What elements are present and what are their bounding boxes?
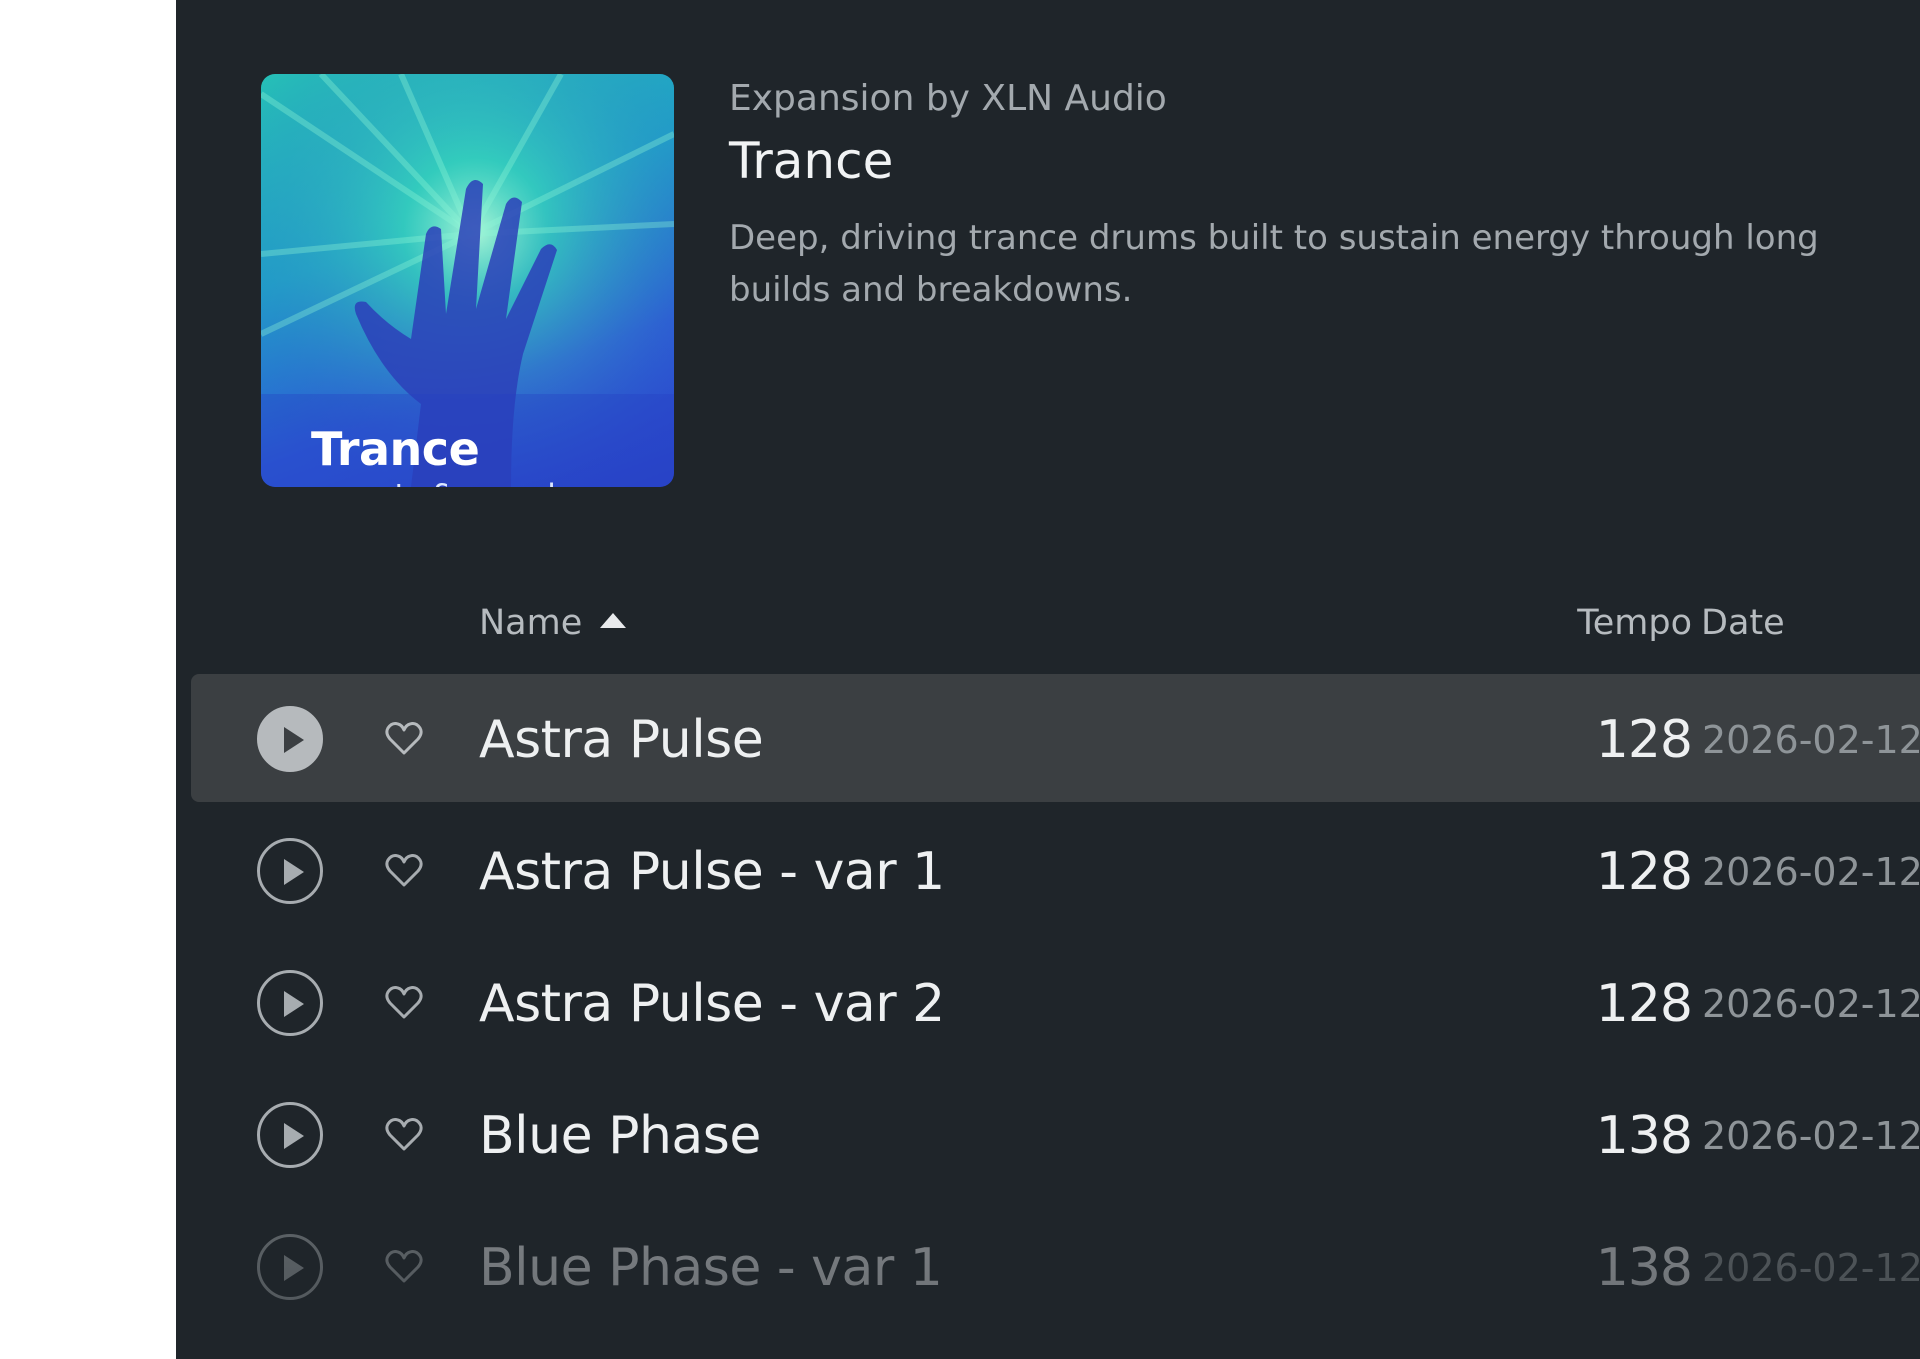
table-row[interactable]: Astra Pulse 128 2026-02-12 — [191, 674, 1920, 802]
row-tempo: 128 — [1595, 710, 1693, 770]
row-name: Astra Pulse — [479, 710, 764, 770]
expansion-vendor-label: Expansion by XLN Audio — [729, 78, 1167, 119]
left-blank-area — [0, 0, 176, 1359]
expansion-description: Deep, driving trance drums built to sust… — [729, 218, 1819, 310]
play-icon — [284, 859, 304, 885]
column-header-date[interactable]: Date — [1701, 603, 1785, 643]
heart-icon[interactable] — [384, 984, 424, 1020]
row-date: 2026-02-12 — [1702, 850, 1920, 894]
heart-icon[interactable] — [384, 1116, 424, 1152]
play-button[interactable] — [257, 1234, 323, 1300]
row-date: 2026-02-12 — [1702, 982, 1920, 1026]
row-name: Astra Pulse - var 2 — [479, 974, 945, 1034]
expansion-cover-art: Trance presets & samples — [261, 74, 674, 487]
play-button[interactable] — [257, 838, 323, 904]
table-row[interactable]: Astra Pulse - var 1 128 2026-02-12 — [191, 806, 1920, 934]
play-button[interactable] — [257, 1102, 323, 1168]
row-date: 2026-02-12 — [1702, 1246, 1920, 1290]
row-date: 2026-02-12 — [1702, 718, 1920, 762]
play-icon — [284, 1255, 304, 1281]
table-row[interactable]: Blue Phase 138 2026-02-12 — [191, 1070, 1920, 1198]
row-tempo: 128 — [1595, 974, 1693, 1034]
heart-icon[interactable] — [384, 1248, 424, 1284]
cover-subtitle-text: presets & samples — [311, 478, 590, 487]
page-title: Trance — [729, 132, 894, 190]
row-tempo: 138 — [1595, 1106, 1693, 1166]
heart-icon[interactable] — [384, 852, 424, 888]
heart-icon[interactable] — [384, 720, 424, 756]
table-row[interactable]: Astra Pulse - var 2 128 2026-02-12 — [191, 938, 1920, 1066]
sort-ascending-icon[interactable] — [600, 613, 626, 628]
play-icon — [284, 727, 304, 753]
row-tempo: 138 — [1595, 1238, 1693, 1298]
row-tempo: 128 — [1595, 842, 1693, 902]
expansion-panel: Trance presets & samples Expansion by XL… — [176, 0, 1920, 1359]
column-header-name[interactable]: Name — [479, 603, 582, 643]
row-date: 2026-02-12 — [1702, 1114, 1920, 1158]
play-button[interactable] — [257, 706, 323, 772]
row-name: Blue Phase - var 1 — [479, 1238, 943, 1298]
column-header-tempo[interactable]: Tempo — [1492, 603, 1692, 643]
table-row[interactable]: Blue Phase - var 1 138 2026-02-12 — [191, 1202, 1920, 1330]
play-button[interactable] — [257, 970, 323, 1036]
row-name: Blue Phase — [479, 1106, 761, 1166]
cover-title-text: Trance — [311, 422, 480, 476]
play-icon — [284, 991, 304, 1017]
play-icon — [284, 1123, 304, 1149]
row-name: Astra Pulse - var 1 — [479, 842, 945, 902]
